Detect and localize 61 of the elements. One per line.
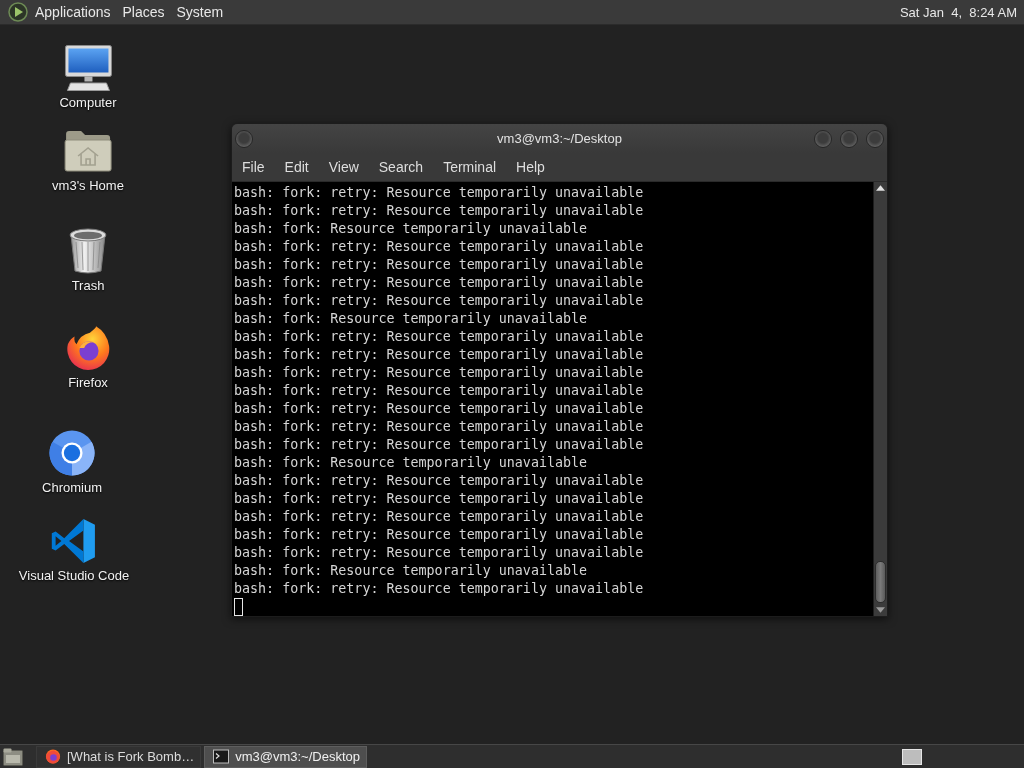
- window-menu-button[interactable]: [235, 129, 253, 148]
- home-folder-icon: [64, 128, 112, 174]
- down-arrow-icon[interactable]: [876, 607, 885, 613]
- triangle-logo-icon[interactable]: [8, 2, 28, 22]
- code-editor-icon: [50, 518, 98, 564]
- terminal-line: bash: fork: retry: Resource temporarily unavailable: [234, 436, 644, 454]
- terminal-line: bash: fork: retry: Resource temporarily unavailable: [234, 418, 644, 436]
- show-desktop-icon[interactable]: [3, 747, 23, 766]
- panel-menu[interactable]: Places: [116, 1, 171, 23]
- terminal-line: bash: fork: retry: Resource temporarily unavailable: [234, 364, 644, 382]
- block-cursor-icon: [234, 598, 243, 616]
- terminal-line: bash: fork: retry: Resource temporarily unavailable: [234, 472, 644, 490]
- menu-item[interactable]: View: [318, 155, 369, 179]
- chromium-icon: [48, 430, 96, 476]
- terminal-line: bash: fork: retry: Resource temporarily unavailable: [234, 328, 644, 346]
- clock[interactable]: Sat Jan 4, 8:24 AM: [899, 4, 1017, 20]
- menu-item[interactable]: Help: [506, 155, 555, 179]
- terminal-line: bash: fork: retry: Resource temporarily unavailable: [234, 202, 644, 220]
- panel-menu[interactable]: System: [170, 1, 230, 23]
- terminal-line: bash: fork: retry: Resource temporarily unavailable: [234, 238, 644, 256]
- terminal-line: bash: fork: retry: Resource temporarily unavailable: [234, 292, 644, 310]
- terminal-line: bash: fork: retry: Resource temporarily unavailable: [234, 382, 644, 400]
- menu-item[interactable]: File: [232, 155, 275, 179]
- terminal-line: bash: fork: retry: Resource temporarily unavailable: [234, 544, 644, 562]
- terminal-line: bash: fork: retry: Resource temporarily unavailable: [234, 400, 644, 418]
- menu-item[interactable]: Terminal: [433, 155, 507, 179]
- menu-item[interactable]: Edit: [274, 155, 319, 179]
- terminal-line: bash: fork: retry: Resource temporarily unavailable: [234, 490, 644, 508]
- terminal-line: bash: fork: retry: Resource temporarily unavailable: [234, 526, 644, 544]
- taskbar-button[interactable]: vm3@vm3:~/Desktop: [204, 745, 367, 768]
- close-button[interactable]: [866, 129, 884, 148]
- terminal-line: bash: fork: Resource temporarily unavailable: [234, 220, 588, 238]
- desktop-shortcut[interactable]: Firefox: [64, 325, 112, 391]
- minimize-button[interactable]: [814, 129, 832, 148]
- desktop-shortcut[interactable]: Trash: [64, 228, 112, 294]
- terminal-line: bash: fork: retry: Resource temporarily unavailable: [234, 184, 644, 202]
- desktop-shortcut[interactable]: Visual Studio Code: [18, 518, 130, 584]
- terminal-icon: [213, 749, 230, 764]
- terminal-line: bash: fork: retry: Resource temporarily unavailable: [234, 508, 644, 526]
- scrollbar[interactable]: [873, 182, 887, 616]
- firefox-icon: [45, 749, 61, 764]
- terminal-line: bash: fork: Resource temporarily unavailable: [234, 562, 588, 580]
- terminal-line: bash: fork: retry: Resource temporarily unavailable: [234, 346, 644, 364]
- firefox-icon: [64, 325, 112, 371]
- window-title: vm3@vm3:~/Desktop: [497, 131, 622, 146]
- up-arrow-icon[interactable]: [876, 185, 885, 191]
- terminal-line: bash: fork: retry: Resource temporarily unavailable: [234, 274, 644, 292]
- taskbar-button[interactable]: [What is Fork Bomb…: [36, 745, 202, 768]
- terminal-line: bash: fork: retry: Resource temporarily unavailable: [234, 256, 644, 274]
- menu-item[interactable]: Search: [368, 155, 434, 179]
- computer-icon: [64, 45, 112, 91]
- scrollbar-thumb[interactable]: [875, 561, 886, 603]
- desktop-shortcut[interactable]: Computer: [59, 45, 117, 111]
- workspace-icon[interactable]: [902, 748, 922, 765]
- terminal-line: bash: fork: Resource temporarily unavailable: [234, 454, 588, 472]
- desktop-shortcut[interactable]: Chromium: [42, 430, 102, 496]
- panel-menu[interactable]: Applications: [29, 1, 117, 23]
- terminal-line: bash: fork: Resource temporarily unavailable: [234, 310, 588, 328]
- maximize-button[interactable]: [840, 129, 858, 148]
- desktop-shortcut[interactable]: vm3's Home: [52, 128, 124, 194]
- terminal-line: bash: fork: retry: Resource temporarily unavailable: [234, 580, 644, 598]
